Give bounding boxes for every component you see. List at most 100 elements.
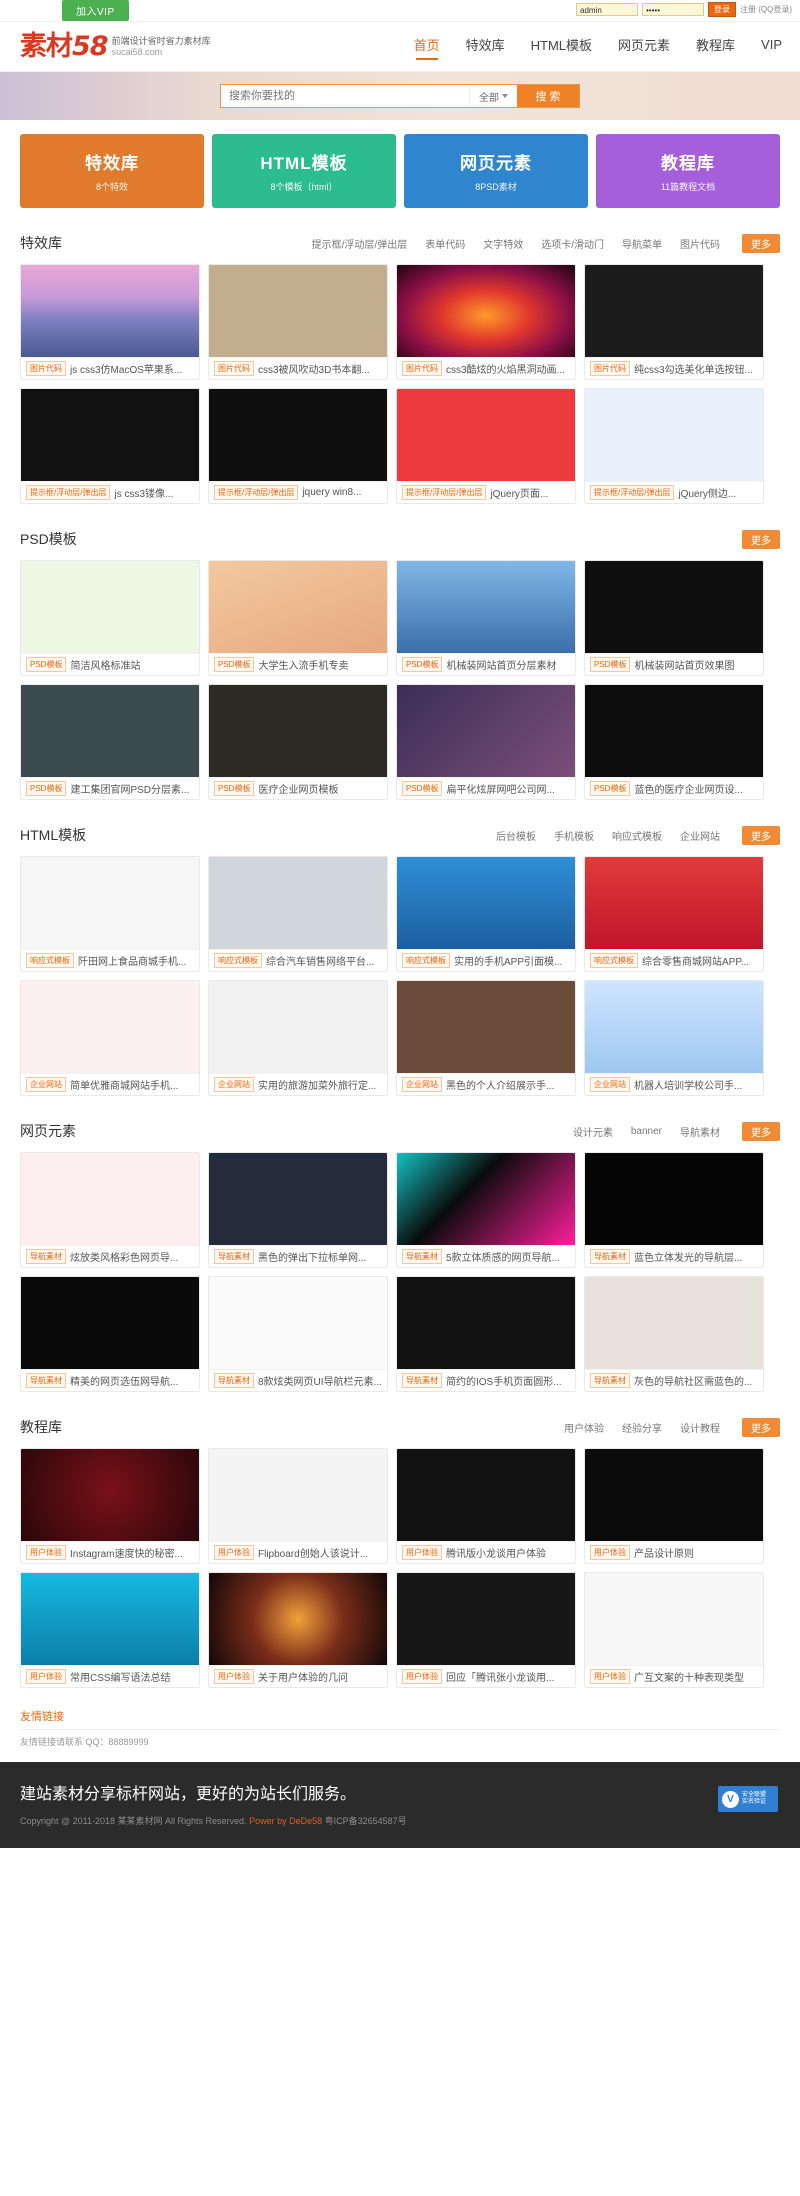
card-title[interactable]: css3被风吹动3D书本翻... xyxy=(258,361,370,376)
card-title[interactable]: 5款立体质感的网页导航... xyxy=(446,1249,560,1264)
more-button[interactable]: 更多 xyxy=(742,1121,780,1141)
search-button[interactable]: 搜 索 xyxy=(517,85,579,107)
card-title[interactable]: 回应「腾讯张小龙谈用... xyxy=(446,1669,554,1684)
card-title[interactable]: 大学生入流手机专卖 xyxy=(258,657,348,672)
card-title[interactable]: 简单优雅商城网站手机... xyxy=(70,1077,178,1092)
card-title[interactable]: 综合零售商城网站APP... xyxy=(642,953,749,968)
resource-card[interactable]: 提示框/浮动层/弹出层 jQuery页面... xyxy=(396,388,576,504)
section-nav-link[interactable]: banner xyxy=(631,1126,662,1137)
card-title[interactable]: 产品设计原则 xyxy=(634,1545,694,1560)
card-title[interactable]: 黑色的弹出下拉标单网... xyxy=(258,1249,366,1264)
join-vip-button[interactable]: 加入VIP xyxy=(62,0,129,21)
more-button[interactable]: 更多 xyxy=(742,825,780,845)
card-title[interactable]: 常用CSS编写语法总结 xyxy=(70,1669,171,1684)
resource-card[interactable]: 用户体验 常用CSS编写语法总结 xyxy=(20,1572,200,1688)
resource-card[interactable]: PSD模板 简洁风格标准站 xyxy=(20,560,200,676)
card-title[interactable]: 蓝色立体发光的导航层... xyxy=(634,1249,742,1264)
resource-card[interactable]: PSD模板 医疗企业网页模板 xyxy=(208,684,388,800)
resource-card[interactable]: 导航素材 蓝色立体发光的导航层... xyxy=(584,1152,764,1268)
resource-card[interactable]: 图片代码 css3被风吹动3D书本翻... xyxy=(208,264,388,380)
banner-web-elements[interactable]: 网页元素 8PSD素材 xyxy=(404,134,588,208)
resource-card[interactable]: 导航素材 简约的IOS手机页面圆形... xyxy=(396,1276,576,1392)
card-title[interactable]: 灰色的导航社区需蓝色的... xyxy=(634,1373,752,1388)
resource-card[interactable]: 图片代码 js css3仿MacOS苹果系... xyxy=(20,264,200,380)
card-title[interactable]: 简洁风格标准站 xyxy=(70,657,140,672)
resource-card[interactable]: 企业网站 机器人培训学校公司手... xyxy=(584,980,764,1096)
card-title[interactable]: Instagram速度快的秘密... xyxy=(70,1545,183,1560)
section-nav-link[interactable]: 手机模板 xyxy=(554,828,594,843)
more-button[interactable]: 更多 xyxy=(742,233,780,253)
card-title[interactable]: js css3仿MacOS苹果系... xyxy=(70,361,182,376)
card-title[interactable]: 纯css3勾选美化单选按钮... xyxy=(634,361,753,376)
card-title[interactable]: jQuery侧边... xyxy=(678,485,736,500)
more-button[interactable]: 更多 xyxy=(742,529,780,549)
resource-card[interactable]: 导航素材 8款炫类网页UI导航栏元素... xyxy=(208,1276,388,1392)
section-nav-link[interactable]: 导航菜单 xyxy=(622,236,662,251)
nav-item-web-elements[interactable]: 网页元素 xyxy=(618,35,670,58)
card-title[interactable]: 综合汽车销售网络平台... xyxy=(266,953,374,968)
resource-card[interactable]: 响应式模板 综合汽车销售网络平台... xyxy=(208,856,388,972)
card-title[interactable]: jQuery页面... xyxy=(490,485,548,500)
card-title[interactable]: 关于用户体验的几问 xyxy=(258,1669,348,1684)
resource-card[interactable]: 企业网站 简单优雅商城网站手机... xyxy=(20,980,200,1096)
card-title[interactable]: 实用的手机APP引面模... xyxy=(454,953,562,968)
card-title[interactable]: 机械装网站首页效果图 xyxy=(634,657,734,672)
section-nav-link[interactable]: 响应式模板 xyxy=(612,828,662,843)
resource-card[interactable]: 导航素材 灰色的导航社区需蓝色的... xyxy=(584,1276,764,1392)
resource-card[interactable]: PSD模板 扁平化炫屏网吧公司网... xyxy=(396,684,576,800)
resource-card[interactable]: 用户体验 产品设计原则 xyxy=(584,1448,764,1564)
section-nav-link[interactable]: 选项卡/滑动门 xyxy=(541,236,604,251)
resource-card[interactable]: 提示框/浮动层/弹出层 jquery win8... xyxy=(208,388,388,504)
password-field[interactable]: ••••• xyxy=(642,3,704,16)
register-link[interactable]: 注册 (QQ登录) xyxy=(740,4,792,15)
resource-card[interactable]: PSD模板 蓝色的医疗企业网页设... xyxy=(584,684,764,800)
resource-card[interactable]: PSD模板 机械装网站首页效果图 xyxy=(584,560,764,676)
section-nav-link[interactable]: 经验分享 xyxy=(622,1420,662,1435)
banner-effects[interactable]: 特效库 8个特效 xyxy=(20,134,204,208)
section-nav-link[interactable]: 设计元素 xyxy=(573,1124,613,1139)
resource-card[interactable]: PSD模板 大学生入流手机专卖 xyxy=(208,560,388,676)
card-title[interactable]: css3酷炫的火焰黑洞动画... xyxy=(446,361,565,376)
card-title[interactable]: jquery win8... xyxy=(302,487,361,498)
resource-card[interactable]: 响应式模板 综合零售商城网站APP... xyxy=(584,856,764,972)
banner-html-templates[interactable]: HTML模板 8个模板（html） xyxy=(212,134,396,208)
section-nav-link[interactable]: 提示框/浮动层/弹出层 xyxy=(312,236,408,251)
search-input[interactable] xyxy=(221,85,469,107)
nav-item-effects[interactable]: 特效库 xyxy=(466,35,505,58)
section-nav-link[interactable]: 后台模板 xyxy=(496,828,536,843)
resource-card[interactable]: 用户体验 Flipboard创始人该说计... xyxy=(208,1448,388,1564)
banner-tutorials[interactable]: 教程库 11篇教程文档 xyxy=(596,134,780,208)
card-title[interactable]: 机器人培训学校公司手... xyxy=(634,1077,742,1092)
card-title[interactable]: 机械装网站首页分层素材 xyxy=(446,657,556,672)
card-title[interactable]: 实用的旅游加菜外旅行定... xyxy=(258,1077,376,1092)
section-nav-link[interactable]: 设计教程 xyxy=(680,1420,720,1435)
powered-by-link[interactable]: Power by DeDe58 xyxy=(249,1816,322,1826)
resource-card[interactable]: 企业网站 实用的旅游加菜外旅行定... xyxy=(208,980,388,1096)
nav-item-vip[interactable]: VIP xyxy=(761,37,782,56)
resource-card[interactable]: 用户体验 关于用户体验的几问 xyxy=(208,1572,388,1688)
login-button[interactable]: 登录 xyxy=(708,2,736,17)
card-title[interactable]: 广互文案的十种表现类型 xyxy=(634,1669,744,1684)
resource-card[interactable]: PSD模板 机械装网站首页分层素材 xyxy=(396,560,576,676)
resource-card[interactable]: 导航素材 炫放类风格彩色网页导... xyxy=(20,1152,200,1268)
resource-card[interactable]: 用户体验 广互文案的十种表现类型 xyxy=(584,1572,764,1688)
card-title[interactable]: 腾讯版小龙谈用户体验 xyxy=(446,1545,546,1560)
section-nav-link[interactable]: 表单代码 xyxy=(425,236,465,251)
card-title[interactable]: 建工集团官网PSD分层素... xyxy=(70,781,189,796)
card-title[interactable]: 扁平化炫屏网吧公司网... xyxy=(446,781,554,796)
resource-card[interactable]: 用户体验 腾讯版小龙谈用户体验 xyxy=(396,1448,576,1564)
card-title[interactable]: 简约的IOS手机页面圆形... xyxy=(446,1373,562,1388)
resource-card[interactable]: 响应式模板 阡田网上食品商城手机... xyxy=(20,856,200,972)
username-field[interactable]: admin xyxy=(576,3,638,16)
site-logo[interactable]: 素材58 前端设计省时省力素材库 sucai58.com xyxy=(20,33,211,60)
nav-item-tutorials[interactable]: 教程库 xyxy=(696,35,735,58)
section-nav-link[interactable]: 企业网站 xyxy=(680,828,720,843)
resource-card[interactable]: 提示框/浮动层/弹出层 js css3镂像... xyxy=(20,388,200,504)
card-title[interactable]: 阡田网上食品商城手机... xyxy=(78,953,186,968)
card-title[interactable]: Flipboard创始人该说计... xyxy=(258,1545,368,1560)
resource-card[interactable]: 提示框/浮动层/弹出层 jQuery侧边... xyxy=(584,388,764,504)
search-scope-select[interactable]: 全部 xyxy=(469,85,517,107)
resource-card[interactable]: 用户体验 回应「腾讯张小龙谈用... xyxy=(396,1572,576,1688)
resource-card[interactable]: 企业网站 黑色的个人介绍展示手... xyxy=(396,980,576,1096)
section-nav-link[interactable]: 文字特效 xyxy=(483,236,523,251)
